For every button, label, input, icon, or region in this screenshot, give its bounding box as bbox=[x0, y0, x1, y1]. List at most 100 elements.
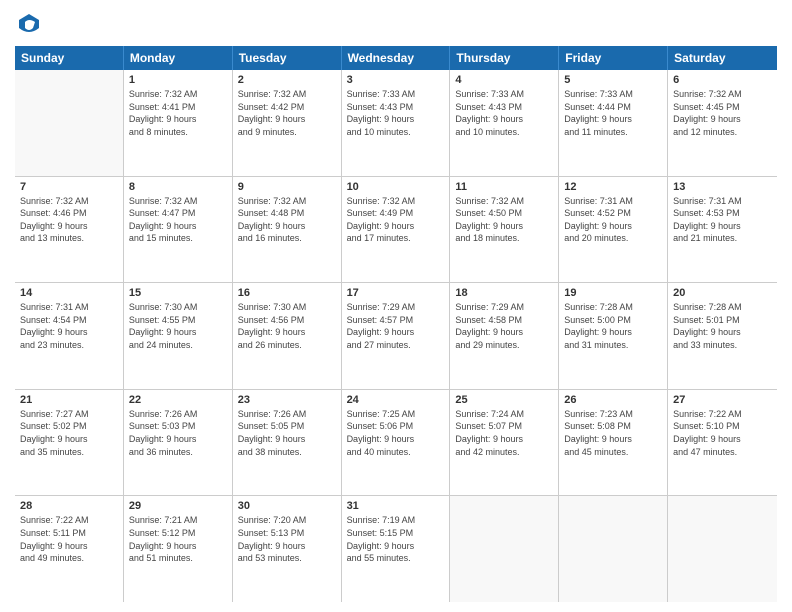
day-info: Sunrise: 7:26 AMSunset: 5:03 PMDaylight:… bbox=[129, 408, 227, 458]
day-number: 5 bbox=[564, 74, 662, 86]
header-cell-monday: Monday bbox=[124, 46, 233, 70]
day-cell-10: 10Sunrise: 7:32 AMSunset: 4:49 PMDayligh… bbox=[342, 177, 451, 283]
day-cell-4: 4 Sunrise: 7:33 AMSunset: 4:43 PMDaylight… bbox=[450, 70, 559, 176]
day-number: 17 bbox=[347, 287, 445, 299]
day-info: Sunrise: 7:32 AMSunset: 4:50 PMDaylight:… bbox=[455, 195, 553, 245]
day-cell-20: 20Sunrise: 7:28 AMSunset: 5:01 PMDayligh… bbox=[668, 283, 777, 389]
calendar-header-row: SundayMondayTuesdayWednesdayThursdayFrid… bbox=[15, 46, 777, 70]
day-cell-28: 28 Sunrise: 7:22 AMSunset: 5:11 PMDayligh… bbox=[15, 496, 124, 602]
day-cell-8: 8 Sunrise: 7:32 AMSunset: 4:47 PMDaylight… bbox=[124, 177, 233, 283]
empty-cell bbox=[559, 496, 668, 602]
day-info: Sunrise: 7:32 AMSunset: 4:45 PMDaylight:… bbox=[673, 88, 772, 138]
day-number: 22 bbox=[129, 394, 227, 406]
day-cell-18: 18Sunrise: 7:29 AMSunset: 4:58 PMDayligh… bbox=[450, 283, 559, 389]
day-cell-14: 14Sunrise: 7:31 AMSunset: 4:54 PMDayligh… bbox=[15, 283, 124, 389]
day-cell-27: 27 Sunrise: 7:22 AMSunset: 5:10 PMDayligh… bbox=[668, 390, 777, 496]
day-cell-25: 25 Sunrise: 7:24 AMSunset: 5:07 PMDayligh… bbox=[450, 390, 559, 496]
day-info: Sunrise: 7:23 AMSunset: 5:08 PMDaylight:… bbox=[564, 408, 662, 458]
day-info: Sunrise: 7:25 AMSunset: 5:06 PMDaylight:… bbox=[347, 408, 445, 458]
day-cell-21: 21 Sunrise: 7:27 AMSunset: 5:02 PMDayligh… bbox=[15, 390, 124, 496]
day-number: 19 bbox=[564, 287, 662, 299]
day-cell-5: 5 Sunrise: 7:33 AMSunset: 4:44 PMDaylight… bbox=[559, 70, 668, 176]
day-cell-24: 24Sunrise: 7:25 AMSunset: 5:06 PMDayligh… bbox=[342, 390, 451, 496]
day-info: Sunrise: 7:20 AMSunset: 5:13 PMDaylight:… bbox=[238, 514, 336, 564]
calendar-week-2: 7 Sunrise: 7:32 AMSunset: 4:46 PMDaylight… bbox=[15, 177, 777, 284]
day-cell-29: 29Sunrise: 7:21 AMSunset: 5:12 PMDayligh… bbox=[124, 496, 233, 602]
day-info: Sunrise: 7:33 AMSunset: 4:43 PMDaylight:… bbox=[347, 88, 445, 138]
day-info: Sunrise: 7:32 AMSunset: 4:42 PMDaylight:… bbox=[238, 88, 336, 138]
day-cell-19: 19Sunrise: 7:28 AMSunset: 5:00 PMDayligh… bbox=[559, 283, 668, 389]
day-info: Sunrise: 7:31 AMSunset: 4:52 PMDaylight:… bbox=[564, 195, 662, 245]
day-number: 3 bbox=[347, 74, 445, 86]
day-cell-3: 3 Sunrise: 7:33 AMSunset: 4:43 PMDaylight… bbox=[342, 70, 451, 176]
day-info: Sunrise: 7:26 AMSunset: 5:05 PMDaylight:… bbox=[238, 408, 336, 458]
day-cell-9: 9 Sunrise: 7:32 AMSunset: 4:48 PMDaylight… bbox=[233, 177, 342, 283]
day-number: 31 bbox=[347, 500, 445, 512]
day-cell-26: 26 Sunrise: 7:23 AMSunset: 5:08 PMDayligh… bbox=[559, 390, 668, 496]
day-info: Sunrise: 7:30 AMSunset: 4:56 PMDaylight:… bbox=[238, 301, 336, 351]
day-number: 20 bbox=[673, 287, 772, 299]
header-cell-saturday: Saturday bbox=[668, 46, 777, 70]
day-number: 28 bbox=[20, 500, 118, 512]
day-info: Sunrise: 7:22 AMSunset: 5:10 PMDaylight:… bbox=[673, 408, 772, 458]
day-cell-15: 15 Sunrise: 7:30 AMSunset: 4:55 PMDayligh… bbox=[124, 283, 233, 389]
header-cell-sunday: Sunday bbox=[15, 46, 124, 70]
day-cell-22: 22 Sunrise: 7:26 AMSunset: 5:03 PMDayligh… bbox=[124, 390, 233, 496]
day-info: Sunrise: 7:29 AMSunset: 4:57 PMDaylight:… bbox=[347, 301, 445, 351]
day-number: 6 bbox=[673, 74, 772, 86]
day-number: 30 bbox=[238, 500, 336, 512]
day-cell-23: 23Sunrise: 7:26 AMSunset: 5:05 PMDayligh… bbox=[233, 390, 342, 496]
day-info: Sunrise: 7:27 AMSunset: 5:02 PMDaylight:… bbox=[20, 408, 118, 458]
day-number: 26 bbox=[564, 394, 662, 406]
day-number: 18 bbox=[455, 287, 553, 299]
day-number: 1 bbox=[129, 74, 227, 86]
calendar-week-5: 28 Sunrise: 7:22 AMSunset: 5:11 PMDayligh… bbox=[15, 496, 777, 602]
calendar-week-1: 1 Sunrise: 7:32 AMSunset: 4:41 PMDaylight… bbox=[15, 70, 777, 177]
day-info: Sunrise: 7:22 AMSunset: 5:11 PMDaylight:… bbox=[20, 514, 118, 564]
day-info: Sunrise: 7:31 AMSunset: 4:54 PMDaylight:… bbox=[20, 301, 118, 351]
day-info: Sunrise: 7:24 AMSunset: 5:07 PMDaylight:… bbox=[455, 408, 553, 458]
day-number: 8 bbox=[129, 181, 227, 193]
day-cell-30: 30 Sunrise: 7:20 AMSunset: 5:13 PMDayligh… bbox=[233, 496, 342, 602]
day-info: Sunrise: 7:30 AMSunset: 4:55 PMDaylight:… bbox=[129, 301, 227, 351]
empty-cell bbox=[15, 70, 124, 176]
empty-cell bbox=[668, 496, 777, 602]
day-cell-13: 13 Sunrise: 7:31 AMSunset: 4:53 PMDayligh… bbox=[668, 177, 777, 283]
day-number: 12 bbox=[564, 181, 662, 193]
day-number: 7 bbox=[20, 181, 118, 193]
day-number: 13 bbox=[673, 181, 772, 193]
header-cell-tuesday: Tuesday bbox=[233, 46, 342, 70]
day-cell-6: 6 Sunrise: 7:32 AMSunset: 4:45 PMDaylight… bbox=[668, 70, 777, 176]
day-cell-16: 16Sunrise: 7:30 AMSunset: 4:56 PMDayligh… bbox=[233, 283, 342, 389]
day-cell-11: 11Sunrise: 7:32 AMSunset: 4:50 PMDayligh… bbox=[450, 177, 559, 283]
day-info: Sunrise: 7:19 AMSunset: 5:15 PMDaylight:… bbox=[347, 514, 445, 564]
day-number: 25 bbox=[455, 394, 553, 406]
day-info: Sunrise: 7:33 AMSunset: 4:43 PMDaylight:… bbox=[455, 88, 553, 138]
page: SundayMondayTuesdayWednesdayThursdayFrid… bbox=[0, 0, 792, 612]
day-info: Sunrise: 7:32 AMSunset: 4:46 PMDaylight:… bbox=[20, 195, 118, 245]
day-info: Sunrise: 7:32 AMSunset: 4:48 PMDaylight:… bbox=[238, 195, 336, 245]
day-info: Sunrise: 7:32 AMSunset: 4:47 PMDaylight:… bbox=[129, 195, 227, 245]
day-cell-1: 1 Sunrise: 7:32 AMSunset: 4:41 PMDaylight… bbox=[124, 70, 233, 176]
header-cell-wednesday: Wednesday bbox=[342, 46, 451, 70]
day-number: 27 bbox=[673, 394, 772, 406]
calendar: SundayMondayTuesdayWednesdayThursdayFrid… bbox=[15, 46, 777, 602]
day-cell-7: 7 Sunrise: 7:32 AMSunset: 4:46 PMDaylight… bbox=[15, 177, 124, 283]
day-number: 10 bbox=[347, 181, 445, 193]
logo-icon bbox=[15, 10, 43, 38]
day-info: Sunrise: 7:33 AMSunset: 4:44 PMDaylight:… bbox=[564, 88, 662, 138]
day-number: 4 bbox=[455, 74, 553, 86]
day-cell-2: 2 Sunrise: 7:32 AMSunset: 4:42 PMDaylight… bbox=[233, 70, 342, 176]
day-number: 15 bbox=[129, 287, 227, 299]
day-cell-12: 12 Sunrise: 7:31 AMSunset: 4:52 PMDayligh… bbox=[559, 177, 668, 283]
day-cell-17: 17 Sunrise: 7:29 AMSunset: 4:57 PMDayligh… bbox=[342, 283, 451, 389]
header-cell-friday: Friday bbox=[559, 46, 668, 70]
day-number: 21 bbox=[20, 394, 118, 406]
day-cell-31: 31 Sunrise: 7:19 AMSunset: 5:15 PMDayligh… bbox=[342, 496, 451, 602]
day-number: 2 bbox=[238, 74, 336, 86]
day-info: Sunrise: 7:32 AMSunset: 4:41 PMDaylight:… bbox=[129, 88, 227, 138]
calendar-week-4: 21 Sunrise: 7:27 AMSunset: 5:02 PMDayligh… bbox=[15, 390, 777, 497]
day-number: 9 bbox=[238, 181, 336, 193]
day-info: Sunrise: 7:21 AMSunset: 5:12 PMDaylight:… bbox=[129, 514, 227, 564]
day-info: Sunrise: 7:31 AMSunset: 4:53 PMDaylight:… bbox=[673, 195, 772, 245]
